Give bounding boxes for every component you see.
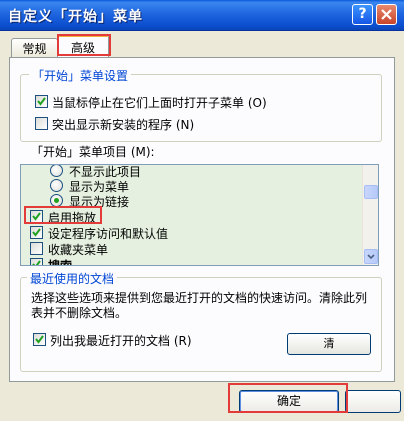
list-item: 搜索 — [48, 259, 73, 266]
checkmark-icon — [35, 335, 44, 344]
title-bar: 自定义「开始」菜单 ? — [0, 0, 404, 31]
recent-documents-description: 选择这些选项来提供到您最近打开的文档的快速访问。清除此列表并不删除文档。 — [31, 291, 368, 320]
ok-highlight-box — [228, 383, 348, 413]
list-scrollbar[interactable] — [362, 165, 378, 265]
drag-drop-highlight-box — [24, 206, 102, 224]
list-item: 设定程序访问和默认值 — [48, 227, 169, 241]
radio-dot — [54, 198, 59, 203]
open-submenu-label: 当鼠标停止在它们上面时打开子菜单 (O) — [52, 96, 267, 110]
checkmark-icon — [37, 97, 46, 106]
help-button[interactable]: ? — [352, 4, 373, 25]
group-title: 「开始」菜单设置 — [29, 67, 132, 84]
open-submenu-checkbox[interactable] — [35, 95, 48, 108]
search-checkbox[interactable] — [30, 258, 43, 265]
checkmark-icon — [32, 228, 41, 237]
tab-highlight-box — [57, 34, 111, 56]
radio-hide-item[interactable] — [50, 165, 63, 177]
close-icon — [381, 9, 392, 20]
chevron-down-icon — [367, 254, 375, 260]
list-recent-documents-checkbox[interactable] — [33, 333, 46, 346]
group-title: 最近使用的文档 — [27, 270, 118, 287]
highlight-new-programs-label: 突出显示新安装的程序 (N) — [52, 118, 195, 132]
radio-show-as-menu[interactable] — [50, 179, 63, 192]
list-item: 收藏夹菜单 — [48, 243, 109, 257]
checkmark-icon — [32, 260, 41, 265]
start-menu-items-label: 「开始」菜单项目 (M): — [31, 145, 155, 159]
window-title: 自定义「开始」菜单 — [8, 9, 143, 25]
scrollbar-thumb[interactable] — [364, 185, 378, 199]
help-icon: ? — [358, 6, 367, 22]
list-recent-documents-label: 列出我最近打开的文档 (R) — [50, 334, 192, 348]
close-button[interactable] — [376, 4, 397, 25]
highlight-new-programs-checkbox[interactable] — [35, 117, 48, 130]
favorites-menu-checkbox[interactable] — [30, 242, 43, 255]
cancel-button[interactable] — [345, 390, 401, 413]
tab-general[interactable]: 常规 — [11, 38, 58, 58]
clear-list-button[interactable]: 清 — [287, 333, 371, 355]
program-access-checkbox[interactable] — [30, 226, 43, 239]
scroll-down-button[interactable] — [364, 249, 378, 264]
